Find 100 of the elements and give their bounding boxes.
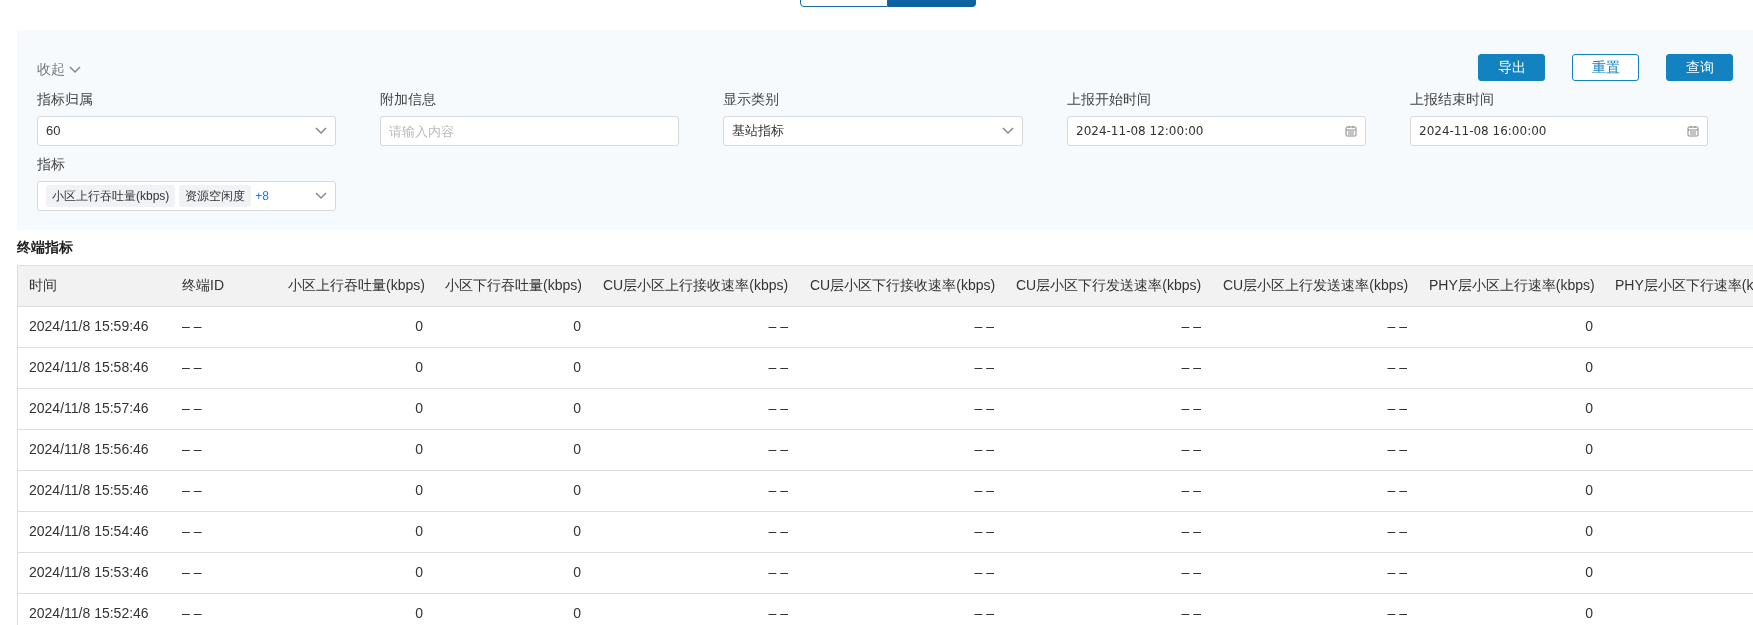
table-cell: 2024/11/8 15:56:46 [18,429,171,470]
action-button[interactable]: 导出 [1478,54,1545,81]
date-field[interactable]: 2024-11-08 16:00:00 [1410,116,1708,146]
table-cell: 0 [277,552,434,593]
table-cell: – – [592,511,799,552]
table-cell: – – [592,470,799,511]
table-cell: – – [592,388,799,429]
column-header: PHY层小区上行速率(kbps) [1418,266,1604,306]
table-cell: 0 [277,388,434,429]
table-cell: 2024/11/8 15:57:46 [18,388,171,429]
table-cell: – – [1005,511,1212,552]
table-cell: – – [171,470,277,511]
table-cell: – – [1005,593,1212,625]
table-cell: 0 [1418,470,1604,511]
table-cell: – – [592,429,799,470]
table-cell: – – [1005,429,1212,470]
table-cell: – – [799,388,1005,429]
action-button[interactable]: 重置 [1572,54,1639,81]
table-cell: – – [1212,388,1418,429]
table-cell: – – [171,429,277,470]
table-cell: – – [799,593,1005,625]
input-field[interactable]: 请输入内容 [380,116,679,146]
table-cell: – – [799,552,1005,593]
table-cell: 0 [1418,388,1604,429]
table-cell: 2024/11/8 15:53:46 [18,552,171,593]
table-cell: – – [1212,552,1418,593]
calendar-icon [1345,125,1357,137]
table-cell: 0 [277,511,434,552]
table-cell: – – [171,388,277,429]
table-cell: 0 [277,429,434,470]
table-cell: 0 [1418,593,1604,625]
table-cell: – – [592,552,799,593]
table-cell: – – [1212,347,1418,388]
table-cell: 0 [1418,347,1604,388]
chevron-down-icon [315,127,327,135]
column-header: PHY层小区下行速率(k [1604,266,1753,306]
table-cell: 0 [1418,552,1604,593]
chevron-down-icon [315,192,327,200]
select-field[interactable]: 基站指标 [723,116,1023,146]
table-cell: – – [1005,347,1212,388]
table-cell: – – [1212,593,1418,625]
table-cell: 2024/11/8 15:58:46 [18,347,171,388]
table-cell: – – [1212,306,1418,347]
table-cell: – – [592,306,799,347]
field-label: 附加信息 [380,90,437,109]
table-cell: – – [171,306,277,347]
column-header: 小区下行吞吐量(kbps) [434,266,592,306]
table-cell: 0 [277,470,434,511]
table-cell: 2024/11/8 15:55:46 [18,470,171,511]
table-cell: 0 [277,347,434,388]
table-cell: – – [592,593,799,625]
table-cell: – – [1005,306,1212,347]
column-header: 终端ID [171,266,277,306]
field-label: 指标归属 [37,90,94,109]
table-cell: 0 [1418,429,1604,470]
table-cell: – – [799,347,1005,388]
table-cell: 0 [434,306,592,347]
table-cell: – – [171,593,277,625]
table-cell: 2024/11/8 15:59:46 [18,306,171,347]
table-cell: 2024/11/8 15:54:46 [18,511,171,552]
action-button[interactable]: 查询 [1666,54,1733,81]
table-cell: – – [1212,470,1418,511]
tag: 资源空闲度 [179,185,252,207]
table-cell: – – [171,511,277,552]
table-cell: 0 [1418,306,1604,347]
table-cell: 0 [434,511,592,552]
table-cell: – – [1005,552,1212,593]
more-count: +8 [255,188,270,205]
column-header: CU层小区上行发送速率(kbps) [1212,266,1418,306]
table-cell: 0 [434,429,592,470]
table-cell: 0 [434,470,592,511]
table-cell: 2024/11/8 15:52:46 [18,593,171,625]
table-cell: – – [799,306,1005,347]
table-cell: – – [799,429,1005,470]
table-cell: – – [171,347,277,388]
table-cell: 0 [1418,511,1604,552]
field-label: 上报开始时间 [1067,90,1152,109]
table-cell: – – [1005,470,1212,511]
table-cell: – – [1005,388,1212,429]
column-header: 小区上行吞吐量(kbps) [277,266,434,306]
table-cell: 0 [434,593,592,625]
tag: 小区上行吞吐量(kbps) [46,185,176,207]
multi-select-field[interactable]: 小区上行吞吐量(kbps) 资源空闲度 +8 [37,181,336,211]
column-header: CU层小区下行接收速率(kbps) [799,266,1005,306]
date-field[interactable]: 2024-11-08 12:00:00 [1067,116,1366,146]
table-cell: 0 [434,347,592,388]
select-field[interactable]: 60 [37,116,336,146]
section-title: 终端指标 [17,238,74,257]
table-cell: – – [799,511,1005,552]
table-cell: 0 [277,593,434,625]
table-cell: – – [1212,511,1418,552]
field-label: 上报结束时间 [1410,90,1495,109]
table-cell: 0 [434,388,592,429]
column-header: CU层小区上行接收速率(kbps) [592,266,799,306]
field-label: 显示类别 [723,90,780,109]
collapse-toggle[interactable]: 收起 [37,59,81,80]
table-cell: – – [1212,429,1418,470]
table-cell: – – [592,347,799,388]
table-cell: 0 [434,552,592,593]
column-header: CU层小区下行发送速率(kbps) [1005,266,1212,306]
